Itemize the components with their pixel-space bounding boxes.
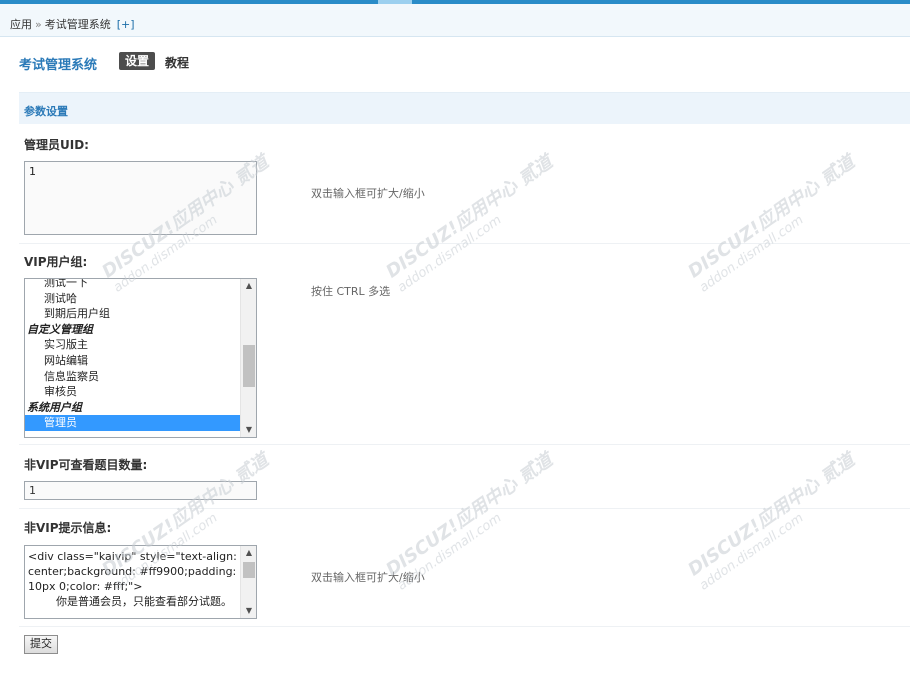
scroll-down-arrow-icon[interactable]: ▼ [241, 604, 256, 618]
watermark-name: 贰道 [816, 151, 859, 190]
watermark-name: 贰道 [514, 449, 557, 488]
scroll-down-arrow-icon[interactable]: ▼ [241, 423, 256, 437]
nonvip-message-label: 非VIP提示信息: [24, 521, 112, 535]
vip-groups-multiselect[interactable]: 测试一下 测试哈 到期后用户组 自定义管理组 实习版主 网站编辑 信息监察员 审核员 系统用户组… [24, 278, 257, 438]
listbox-option[interactable]: 审核员 [25, 384, 241, 400]
row-divider [19, 626, 910, 627]
watermark-url: addon.dismall.com [696, 212, 807, 296]
breadcrumb-separator: » [35, 18, 42, 31]
breadcrumb: 应用» 考试管理系统 [+] [10, 16, 135, 32]
breadcrumb-root-link[interactable]: 应用 [10, 18, 32, 31]
nonvip-count-label: 非VIP可查看题目数量: [24, 458, 148, 472]
listbox-option[interactable]: 实习版主 [25, 337, 241, 353]
listbox-scrollbar[interactable]: ▲ ▼ [240, 279, 256, 437]
listbox-option[interactable]: 测试哈 [25, 291, 241, 307]
listbox-option[interactable]: 到期后用户组 [25, 306, 241, 322]
textarea-scrollbar[interactable]: ▲ ▼ [240, 546, 256, 618]
row-divider [19, 243, 910, 244]
scrollbar-thumb[interactable] [243, 562, 255, 578]
watermark-brand: DISCUZ!应用中心 [382, 473, 522, 581]
row-divider [19, 444, 910, 445]
nonvip-message-text: <div class="kaivip" style="text-align: c… [28, 550, 237, 608]
watermark: DISCUZ!应用中心 贰道 addon.dismall.com [682, 446, 868, 594]
section-title: 参数设置 [24, 105, 68, 118]
admin-uid-hint: 双击输入框可扩大/缩小 [311, 187, 425, 200]
listbox-option[interactable]: 信息监察员 [25, 369, 241, 385]
breadcrumb-add-link[interactable]: [+] [117, 18, 135, 31]
listbox-optgroup: 系统用户组 [27, 400, 82, 414]
listbox-option[interactable]: 测试一下 [25, 279, 241, 291]
admin-uid-textarea[interactable]: 1 [24, 161, 257, 235]
scroll-up-arrow-icon[interactable]: ▲ [241, 546, 256, 560]
app-title: 考试管理系统 [19, 58, 98, 73]
tab-settings[interactable]: 设置 [119, 52, 156, 70]
tab-tutorial[interactable]: 教程 [165, 54, 189, 71]
submit-button[interactable]: 提交 [24, 635, 58, 654]
watermark-brand: DISCUZ!应用中心 [684, 175, 824, 283]
nonvip-message-hint: 双击输入框可扩大/缩小 [311, 571, 425, 584]
breadcrumb-current: 考试管理系统 [44, 18, 111, 31]
watermark: DISCUZ!应用中心 贰道 addon.dismall.com [380, 148, 566, 296]
vip-groups-label: VIP用户组: [24, 255, 88, 269]
breadcrumb-bar: 应用» 考试管理系统 [+] [0, 4, 910, 37]
listbox-option[interactable]: 网站编辑 [25, 353, 241, 369]
watermark-url: addon.dismall.com [696, 510, 807, 594]
scroll-up-arrow-icon[interactable]: ▲ [241, 279, 256, 293]
vip-groups-options: 测试一下 测试哈 到期后用户组 自定义管理组 实习版主 网站编辑 信息监察员 审核员 系统用户组… [25, 279, 241, 431]
scrollbar-thumb[interactable] [243, 345, 255, 387]
nonvip-message-textarea[interactable]: <div class="kaivip" style="text-align: c… [24, 545, 257, 619]
section-header: 参数设置 [19, 92, 910, 124]
nonvip-count-input[interactable]: 1 [24, 481, 257, 500]
watermark-brand: DISCUZ!应用中心 [684, 473, 824, 581]
vip-groups-hint: 按住 CTRL 多选 [311, 285, 391, 298]
watermark: DISCUZ!应用中心 贰道 addon.dismall.com [682, 148, 868, 296]
admin-uid-label: 管理员UID: [24, 138, 89, 152]
listbox-option[interactable]: 管理员 [25, 415, 241, 431]
watermark-name: 贰道 [816, 449, 859, 488]
listbox-optgroup: 自定义管理组 [27, 322, 93, 336]
row-divider [19, 508, 910, 509]
watermark-name: 贰道 [514, 151, 557, 190]
